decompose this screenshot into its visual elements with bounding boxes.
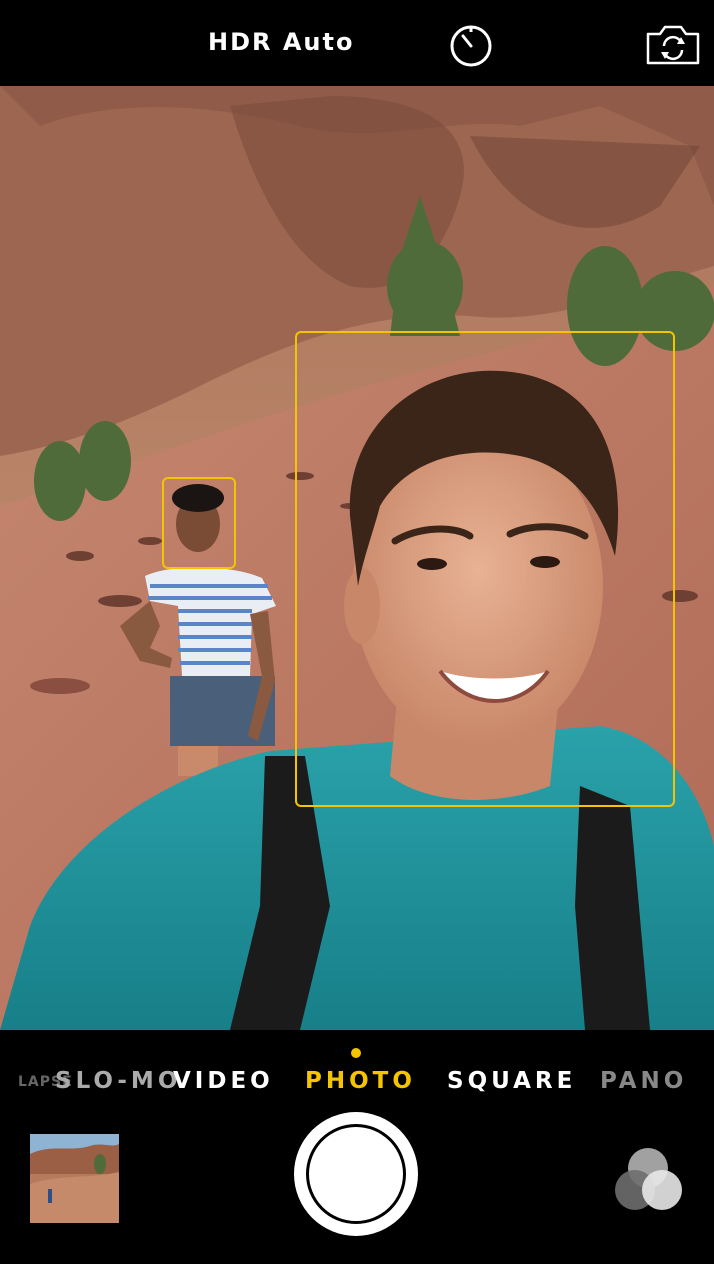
- camera-flip-icon[interactable]: [644, 24, 702, 66]
- timer-icon[interactable]: [448, 22, 494, 68]
- shutter-inner-ring: [306, 1124, 406, 1224]
- mode-pano[interactable]: PANO: [600, 1068, 687, 1094]
- mode-photo[interactable]: PHOTO: [305, 1068, 416, 1094]
- last-photo-thumbnail[interactable]: [30, 1134, 119, 1223]
- face-detection-box: [295, 331, 675, 807]
- mode-video[interactable]: VIDEO: [173, 1068, 274, 1094]
- thumbnail-image: [30, 1134, 119, 1223]
- bottom-toolbar: LAPSE SLO-MO VIDEO PHOTO SQUARE PANO: [0, 1030, 714, 1264]
- shutter-button[interactable]: [294, 1112, 418, 1236]
- top-toolbar: HDR Auto: [0, 0, 714, 86]
- mode-square[interactable]: SQUARE: [447, 1068, 576, 1094]
- selected-mode-indicator: [351, 1048, 361, 1058]
- mode-slomo[interactable]: SLO-MO: [55, 1068, 181, 1094]
- face-detection-box: [162, 477, 236, 569]
- hdr-toggle[interactable]: HDR Auto: [208, 28, 354, 56]
- camera-viewfinder[interactable]: [0, 86, 714, 1030]
- filters-icon[interactable]: [610, 1146, 686, 1216]
